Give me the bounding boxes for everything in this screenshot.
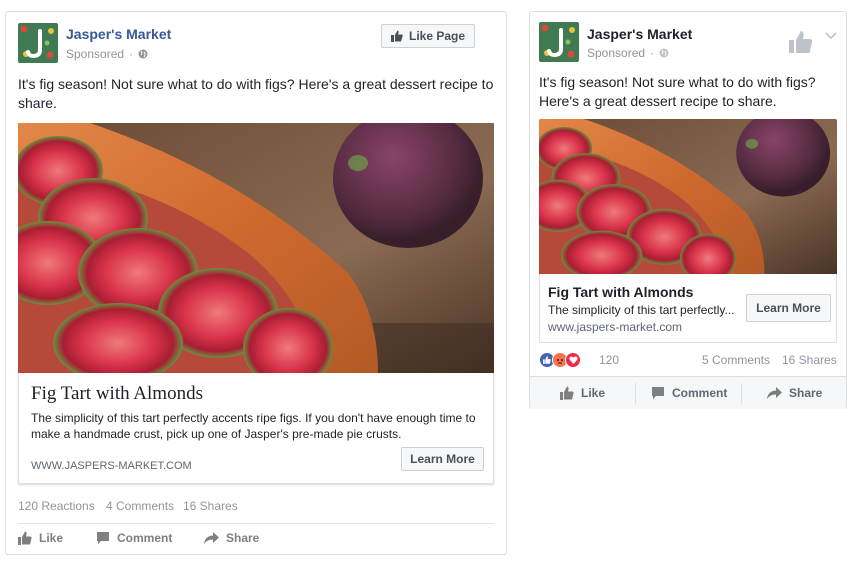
- share-label: Share: [789, 386, 823, 400]
- mobile-ad-card: Jasper's Market Sponsored · It's fig sea…: [529, 11, 847, 409]
- like-action[interactable]: Like: [18, 531, 63, 545]
- comment-icon: [97, 532, 109, 544]
- chevron-down-icon[interactable]: [825, 32, 837, 40]
- page-avatar[interactable]: [539, 22, 579, 62]
- like-page-label: Like Page: [408, 29, 466, 43]
- post-text: It's fig season! Not sure what to do wit…: [18, 76, 494, 111]
- action-separator: [741, 383, 742, 404]
- globe-icon: [659, 48, 669, 58]
- link-description: The simplicity of this tart perfectly ac…: [31, 411, 476, 441]
- thumbs-up-icon[interactable]: [789, 30, 813, 54]
- link-description: The simplicity of this tart perfectly...: [548, 303, 735, 317]
- action-separator: [635, 383, 636, 404]
- actions-bar: Like Comment Share: [530, 376, 846, 409]
- actions-divider: [18, 523, 494, 524]
- comment-label: Comment: [672, 386, 728, 400]
- comment-label: Comment: [117, 531, 173, 545]
- like-label: Like: [39, 531, 64, 545]
- dot-separator: ·: [129, 47, 134, 61]
- page-name[interactable]: Jasper's Market: [587, 26, 692, 42]
- sponsored-label: Sponsored ·: [587, 46, 669, 60]
- share-action[interactable]: Share: [767, 386, 822, 400]
- link-title[interactable]: Fig Tart with Almonds: [548, 284, 693, 300]
- sponsored-label: Sponsored ·: [66, 47, 148, 61]
- shares-count[interactable]: 16 Shares: [782, 353, 837, 367]
- learn-more-button[interactable]: Learn More: [746, 294, 831, 322]
- learn-more-button[interactable]: Learn More: [401, 447, 484, 471]
- sponsored-text: Sponsored: [587, 46, 646, 60]
- thumbs-up-icon: [18, 531, 32, 545]
- page-avatar[interactable]: [18, 23, 58, 63]
- share-label: Share: [226, 531, 260, 545]
- comments-count[interactable]: 5 Comments: [702, 353, 770, 367]
- link-title[interactable]: Fig Tart with Almonds: [31, 383, 203, 405]
- link-domain: www.jaspers-market.com: [548, 320, 683, 334]
- like-label: Like: [581, 386, 606, 400]
- reaction-count[interactable]: 120: [599, 353, 619, 367]
- page-name[interactable]: Jasper's Market: [66, 26, 171, 42]
- link-preview[interactable]: Fig Tart with Almonds The simplicity of …: [539, 274, 837, 343]
- love-reaction-icon: [565, 352, 581, 368]
- link-domain: WWW.JASPERS-MARKET.COM: [31, 460, 192, 472]
- share-icon: [204, 532, 219, 544]
- comment-icon: [652, 387, 664, 399]
- like-action[interactable]: Like: [560, 386, 605, 400]
- thumbs-up-icon: [560, 386, 574, 400]
- comment-action[interactable]: Comment: [651, 386, 727, 400]
- dot-separator: ·: [650, 46, 655, 60]
- reaction-icons[interactable]: [539, 352, 581, 368]
- like-page-button[interactable]: Like Page: [381, 24, 475, 48]
- fig-tart-image[interactable]: [18, 123, 494, 373]
- post-text: It's fig season! Not sure what to do wit…: [539, 74, 816, 109]
- link-preview[interactable]: Fig Tart with Almonds The simplicity of …: [18, 373, 494, 484]
- fig-tart-image[interactable]: [539, 119, 837, 274]
- reactions-count[interactable]: 120 Reactions: [18, 499, 95, 513]
- desktop-ad-card: Jasper's Market Sponsored · Like Page It…: [5, 11, 507, 555]
- shares-count[interactable]: 16 Shares: [183, 499, 238, 513]
- comments-count[interactable]: 4 Comments: [106, 499, 174, 513]
- sponsored-text: Sponsored: [66, 47, 125, 61]
- thumbs-up-icon: [390, 30, 403, 42]
- share-icon: [767, 387, 782, 399]
- share-action[interactable]: Share: [204, 531, 259, 545]
- comment-action[interactable]: Comment: [96, 531, 172, 545]
- globe-icon: [138, 49, 148, 59]
